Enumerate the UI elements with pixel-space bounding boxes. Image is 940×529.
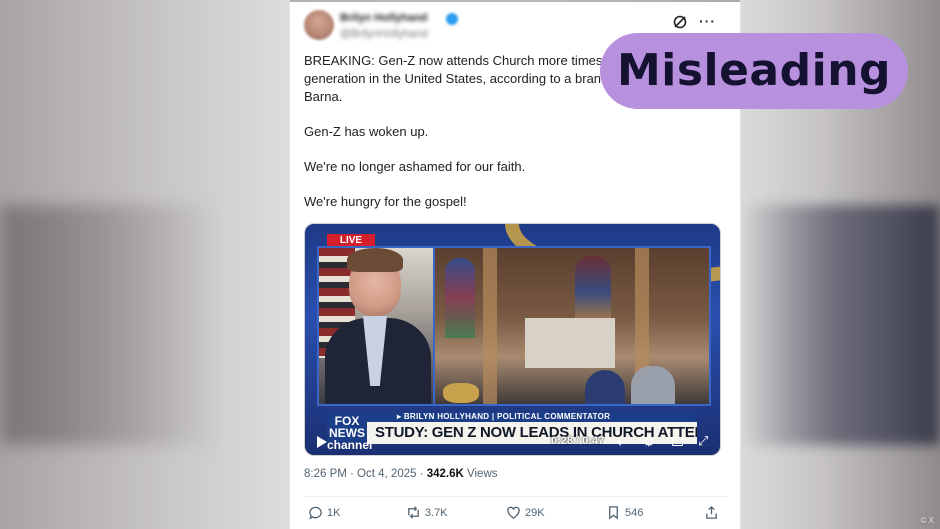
background-video-echo-right	[740, 205, 940, 445]
video-panel-church	[433, 246, 711, 406]
speaker-hair	[347, 248, 403, 272]
tweet-paragraph: We're hungry for the gospel!	[304, 194, 467, 209]
like-button[interactable]: 29K	[506, 505, 545, 520]
bookmark-button[interactable]: 546	[606, 505, 643, 520]
like-count: 29K	[525, 506, 545, 519]
image-credit: © X	[920, 516, 934, 525]
video-controls: 0:28 / 0:47 🔈︎ ⚙ ⤢	[305, 430, 720, 455]
tweet-line: Barna.	[304, 89, 343, 104]
tweet-paragraph: Gen-Z has woken up.	[304, 124, 429, 139]
video-timecode: 0:28 / 0:47	[551, 435, 605, 447]
tweet-line: BREAKING: Gen-Z now attends Church more …	[304, 53, 603, 68]
share-button[interactable]	[704, 505, 719, 520]
divider	[304, 496, 728, 497]
name-bar: ▸ BRILYN HOLLYHAND | POLITICAL COMMENTAT…	[367, 412, 695, 422]
tweet-meta: 8:26 PM · Oct 4, 2025 · 342.6K Views	[304, 468, 498, 480]
reply-button[interactable]: 1K	[308, 505, 340, 520]
flowers	[443, 383, 479, 403]
altar	[525, 318, 615, 368]
views-count: 342.6K	[426, 468, 464, 480]
reply-icon	[309, 506, 322, 520]
share-icon	[706, 505, 717, 519]
heart-icon	[507, 506, 520, 519]
verified-badge-icon	[446, 13, 458, 25]
reply-count: 1K	[327, 506, 341, 519]
pillar	[483, 248, 497, 404]
background-video-echo-left	[0, 205, 220, 445]
play-icon[interactable]	[317, 436, 327, 448]
grok-icon[interactable]	[672, 14, 688, 30]
action-bar: 1K 3.7K 29K 546	[304, 505, 728, 525]
more-options-icon[interactable]: ···	[699, 13, 716, 29]
video-player[interactable]: LIVE FOX NEWS channel ▸ BRILYN HOLLYHAND…	[304, 223, 721, 456]
picture-in-picture-icon[interactable]	[672, 437, 683, 446]
views-label: Views	[467, 468, 498, 480]
repost-icon	[408, 506, 419, 519]
avatar[interactable]	[304, 10, 334, 40]
tweet-line: generation in the United States, accordi…	[304, 71, 602, 86]
worshipper	[631, 366, 675, 404]
volume-icon[interactable]: 🔈︎	[617, 435, 624, 450]
bookmark-icon	[609, 506, 618, 520]
author-handle[interactable]: @BrilynHollyhand	[340, 28, 428, 40]
stained-glass-window	[445, 258, 475, 338]
timestamp[interactable]: 8:26 PM · Oct 4, 2025 ·	[304, 468, 427, 480]
repost-button[interactable]: 3.7K	[406, 505, 448, 520]
gear-icon[interactable]: ⚙	[643, 434, 655, 450]
video-panel-speaker	[317, 246, 435, 406]
bookmark-count: 546	[625, 506, 644, 519]
author-name[interactable]: Brilyn Hollyhand	[340, 12, 427, 24]
fullscreen-icon[interactable]: ⤢	[698, 433, 708, 449]
worshipper	[585, 370, 625, 404]
misleading-badge: Misleading	[600, 33, 908, 109]
tweet-paragraph: We're no longer ashamed for our faith.	[304, 159, 526, 174]
repost-count: 3.7K	[425, 506, 448, 519]
